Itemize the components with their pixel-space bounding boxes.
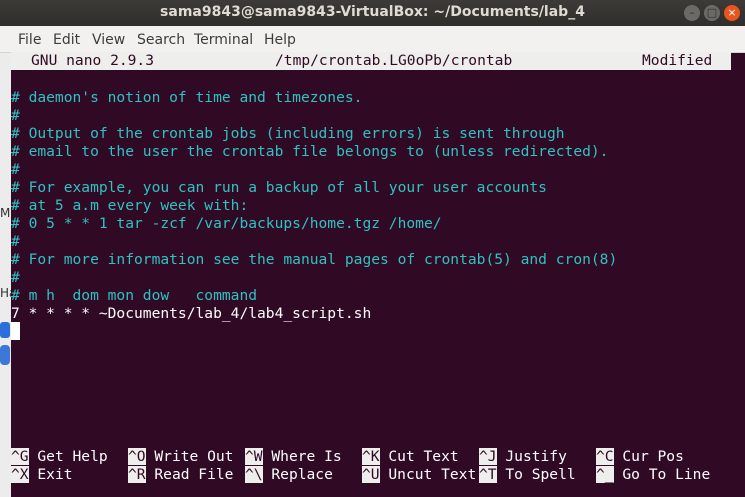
- shortcut-go-to-line[interactable]: ^_ Go To Line: [596, 466, 710, 484]
- shortcut-key: ^W: [245, 448, 263, 465]
- minimize-button[interactable]: –: [684, 5, 700, 21]
- editor-line[interactable]: #: [11, 161, 20, 179]
- editor-line[interactable]: # For more information see the manual pa…: [11, 251, 617, 269]
- nano-filename: /tmp/crontab.LG0oPb/crontab: [275, 52, 513, 69]
- shortcut-key: ^G: [11, 448, 29, 465]
- menu-bar: File Edit View Search Terminal Help: [0, 26, 745, 53]
- editor-line[interactable]: # 0 5 * * 1 tar -zcf /var/backups/home.t…: [11, 215, 442, 233]
- editor-line-cron-entry[interactable]: 7 * * * * ~Documents/lab_4/lab4_script.s…: [11, 305, 371, 323]
- shortcut-to-spell[interactable]: ^T To Spell: [479, 466, 576, 484]
- terminal-window: sama9843@sama9843-VirtualBox: ~/Document…: [0, 0, 745, 497]
- window-title: sama9843@sama9843-VirtualBox: ~/Document…: [160, 4, 585, 20]
- menu-view[interactable]: View: [92, 32, 125, 48]
- title-bar[interactable]: sama9843@sama9843-VirtualBox: ~/Document…: [0, 0, 745, 26]
- shortcut-justify[interactable]: ^J Justify: [479, 448, 567, 466]
- editor-line[interactable]: # For example, you can run a backup of a…: [11, 179, 547, 197]
- nano-header: GNU nano 2.9.3 /tmp/crontab.LG0oPb/cront…: [11, 52, 731, 70]
- shortcut-label: Write Out: [154, 448, 234, 465]
- shortcut-label: Cur Pos: [622, 448, 684, 465]
- text-cursor: [11, 322, 20, 340]
- shortcut-key: ^K: [362, 448, 380, 465]
- editor-line[interactable]: # email to the user the crontab file bel…: [11, 143, 608, 161]
- terminal-area[interactable]: GNU nano 2.9.3 /tmp/crontab.LG0oPb/cront…: [11, 52, 745, 497]
- shortcut-label: Get Help: [37, 448, 108, 465]
- editor-line[interactable]: # Output of the crontab jobs (including …: [11, 125, 565, 143]
- menu-file[interactable]: File: [18, 32, 41, 48]
- shortcut-key: ^U: [362, 466, 380, 483]
- editor-line[interactable]: #: [11, 107, 20, 125]
- shortcut-label: Read File: [154, 466, 234, 483]
- maximize-button[interactable]: □: [704, 5, 720, 21]
- shortcut-key: ^R: [128, 466, 146, 483]
- background-blue-shape: [0, 322, 10, 338]
- menu-edit[interactable]: Edit: [53, 32, 80, 48]
- shortcut-get-help[interactable]: ^G Get Help: [11, 448, 108, 466]
- editor-line[interactable]: #: [11, 269, 20, 287]
- shortcut-key: ^O: [128, 448, 146, 465]
- shortcut-label: To Spell: [505, 466, 576, 483]
- shortcut-key: ^X: [11, 466, 29, 483]
- editor-line[interactable]: # m h dom mon dow command: [11, 287, 257, 305]
- shortcut-cur-pos[interactable]: ^C Cur Pos: [596, 448, 684, 466]
- editor-line[interactable]: # at 5 a.m every week with:: [11, 197, 248, 215]
- shortcut-read-file[interactable]: ^R Read File: [128, 466, 233, 484]
- close-button[interactable]: ×: [724, 5, 740, 21]
- background-text-fragment: M: [0, 206, 11, 220]
- background-blue-shape: [0, 345, 10, 365]
- shortcut-where-is[interactable]: ^W Where Is: [245, 448, 342, 466]
- editor-line[interactable]: # daemon's notion of time and timezones.: [11, 89, 362, 107]
- shortcut-label: Exit: [37, 466, 73, 483]
- shortcut-label: Cut Text: [388, 448, 459, 465]
- editor-line[interactable]: #: [11, 233, 20, 251]
- shortcut-exit[interactable]: ^X Exit: [11, 466, 73, 484]
- shortcut-replace[interactable]: ^\ Replace: [245, 466, 333, 484]
- shortcut-label: Go To Line: [622, 466, 711, 483]
- shortcut-label: Justify: [505, 448, 567, 465]
- menu-search[interactable]: Search: [137, 32, 185, 48]
- shortcut-key: ^_: [596, 466, 614, 483]
- shortcut-key: ^C: [596, 448, 614, 465]
- shortcut-key: ^T: [479, 466, 497, 483]
- menu-help[interactable]: Help: [264, 32, 296, 48]
- shortcut-key: ^\: [245, 466, 263, 483]
- shortcut-cut-text[interactable]: ^K Cut Text: [362, 448, 459, 466]
- menu-terminal[interactable]: Terminal: [194, 32, 253, 48]
- shortcut-bar: ^G Get Help ^O Write Out ^W Where Is ^K …: [11, 448, 745, 488]
- shortcut-write-out[interactable]: ^O Write Out: [128, 448, 233, 466]
- nano-status: Modified: [642, 52, 713, 69]
- shortcut-label: Where Is: [271, 448, 342, 465]
- shortcut-uncut-text[interactable]: ^U Uncut Text: [362, 466, 476, 484]
- nano-version: GNU nano 2.9.3: [31, 52, 155, 69]
- shortcut-key: ^J: [479, 448, 497, 465]
- shortcut-label: Uncut Text: [388, 466, 477, 483]
- shortcut-label: Replace: [271, 466, 333, 483]
